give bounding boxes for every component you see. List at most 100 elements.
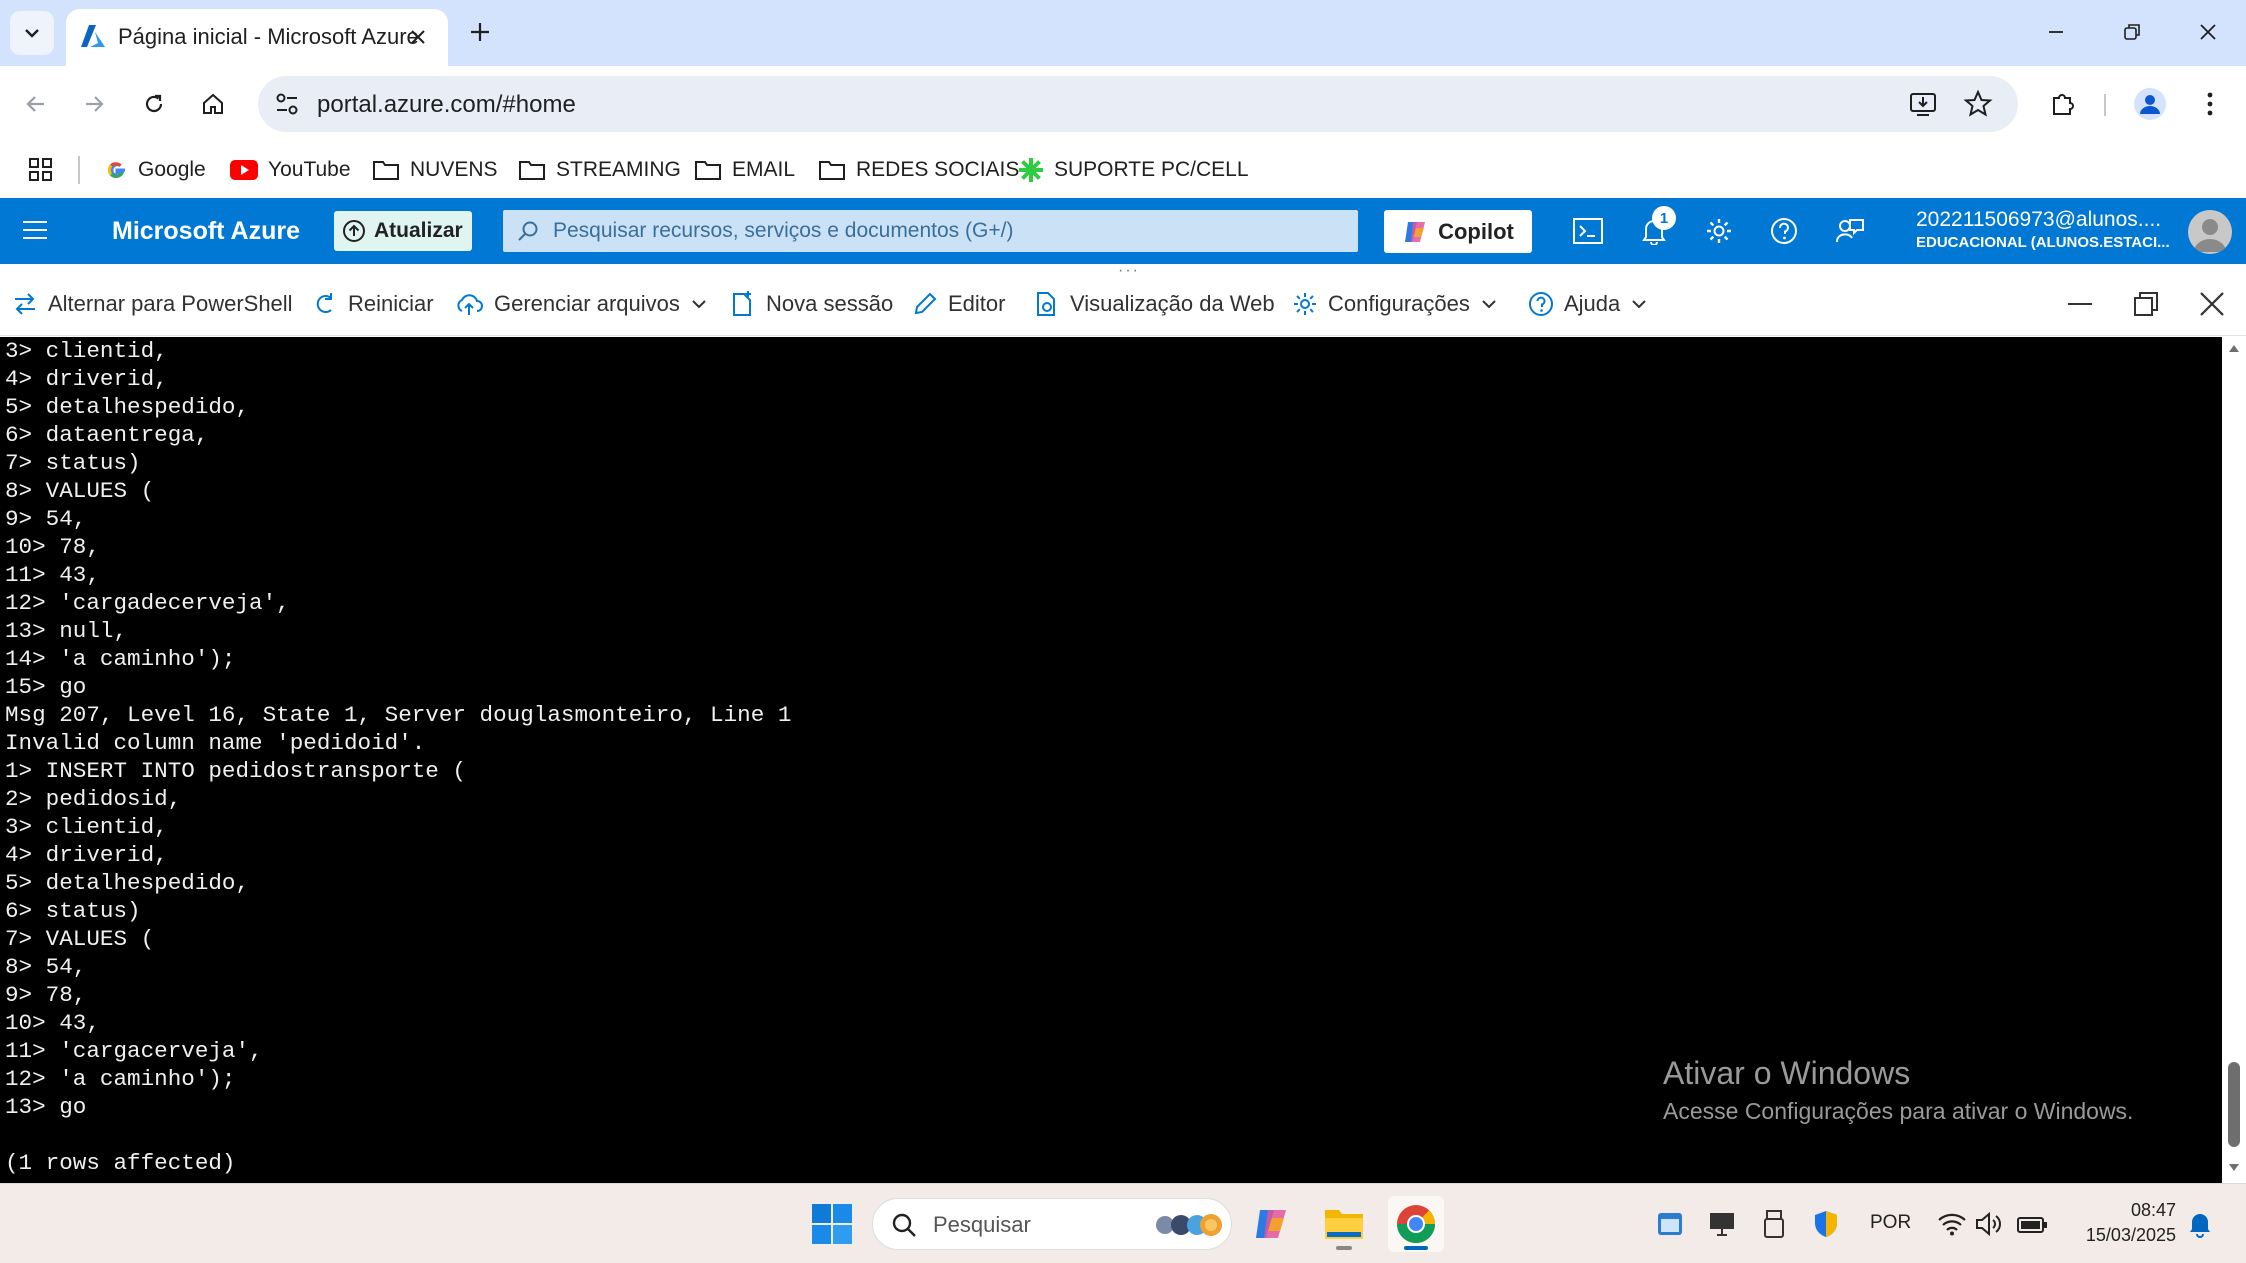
azure-logo-icon	[80, 23, 106, 49]
bookmark-star-icon[interactable]	[1963, 89, 1993, 119]
apps-button[interactable]	[28, 150, 54, 190]
settings-menu-button[interactable]: Configurações	[1292, 286, 1498, 322]
manage-files-button[interactable]: Gerenciar arquivos	[454, 286, 708, 322]
restore-window-button[interactable]	[2102, 12, 2162, 52]
profile-button[interactable]	[2130, 84, 2170, 124]
copilot-icon	[1405, 221, 1426, 242]
tray-wifi-icon[interactable]	[1934, 1208, 1970, 1240]
terminal-line: 12> 'cargadecerveja',	[5, 590, 290, 616]
settings-button[interactable]	[1701, 213, 1737, 249]
account-menu[interactable]: 202211506973@alunos.... EDUCACIONAL (ALU…	[1916, 208, 2170, 251]
upgrade-button[interactable]: Atualizar	[334, 211, 472, 251]
url-text: portal.azure.com/#home	[317, 91, 576, 118]
active-tab[interactable]: Página inicial - Microsoft Azure	[66, 9, 448, 66]
keyboard-language-indicator[interactable]: POR	[1870, 1212, 1911, 1234]
taskbar-search-placeholder: Pesquisar	[933, 1212, 1031, 1237]
bookmark-folder-redes-sociais[interactable]: REDES SOCIAIS	[818, 150, 1019, 190]
tray-volume-icon[interactable]	[1972, 1208, 2008, 1240]
tab-search-button[interactable]	[10, 11, 54, 55]
switch-to-powershell-button[interactable]: Alternar para PowerShell	[12, 286, 293, 322]
terminal-line: 4> driverid,	[5, 842, 168, 868]
monitor-icon	[1710, 1213, 1734, 1236]
pencil-icon	[914, 292, 937, 315]
close-tab-icon[interactable]	[404, 23, 432, 51]
arrow-right-icon	[86, 96, 104, 112]
reload-button[interactable]	[134, 84, 174, 124]
tray-usb-icon[interactable]	[1756, 1208, 1792, 1240]
help-button[interactable]	[1766, 213, 1802, 249]
tray-app-icon[interactable]	[1652, 1208, 1688, 1240]
new-session-icon	[733, 291, 751, 316]
terminal-icon	[1573, 218, 1603, 244]
terminal-line: 9> 54,	[5, 506, 87, 532]
help-menu-button[interactable]: Ajuda	[1528, 286, 1648, 322]
hamburger-menu-icon[interactable]	[22, 218, 48, 242]
taskbar-search-input[interactable]: Pesquisar	[872, 1198, 1232, 1250]
folder-icon	[1325, 1210, 1363, 1239]
restart-button[interactable]: Reiniciar	[312, 286, 434, 322]
bookmark-label: Google	[138, 158, 206, 181]
bookmark-google[interactable]: Google	[106, 150, 206, 190]
tray-notification-icon[interactable]	[2182, 1208, 2218, 1240]
new-session-button[interactable]: Nova sessão	[730, 286, 893, 322]
copilot-button[interactable]: Copilot	[1384, 210, 1532, 253]
azure-brand[interactable]: Microsoft Azure	[112, 217, 300, 246]
bookmark-suporte[interactable]: SUPORTE PC/CELL	[1018, 150, 1249, 190]
folder-icon	[695, 161, 721, 180]
minimize-shell-button[interactable]	[2060, 286, 2100, 322]
arrow-left-icon	[26, 96, 44, 112]
copilot-icon	[1256, 1210, 1286, 1238]
maximize-shell-button[interactable]	[2126, 286, 2166, 322]
web-preview-button[interactable]: Visualização da Web	[1034, 286, 1275, 322]
close-shell-button[interactable]	[2192, 286, 2232, 322]
scrollbar-thumb[interactable]	[2228, 1062, 2240, 1147]
browser-menu-button[interactable]	[2190, 84, 2230, 124]
editor-button[interactable]: Editor	[912, 286, 1005, 322]
search-placeholder: Pesquisar recursos, serviços e documento…	[553, 219, 1014, 242]
avatar[interactable]	[2188, 210, 2232, 254]
bookmark-folder-streaming[interactable]: STREAMING	[518, 150, 681, 190]
feedback-icon	[1835, 219, 1864, 243]
bookmark-folder-email[interactable]: EMAIL	[694, 150, 795, 190]
terminal-line: Invalid column name 'pedidoid'.	[5, 730, 426, 756]
scroll-down-icon[interactable]	[2228, 1163, 2240, 1173]
question-icon	[1771, 218, 1797, 244]
tray-battery-icon[interactable]	[2014, 1208, 2050, 1240]
terminal-scrollbar[interactable]	[2222, 337, 2246, 1183]
tray-security-icon[interactable]	[1808, 1208, 1844, 1240]
help-label: Ajuda	[1564, 291, 1621, 316]
terminal-line: 9> 78,	[5, 982, 87, 1008]
app-running-indicator	[1336, 1246, 1352, 1250]
bookmark-youtube[interactable]: YouTube	[230, 150, 351, 190]
taskbar-chrome-app[interactable]	[1388, 1196, 1444, 1252]
folder-icon	[519, 161, 545, 180]
cloud-shell-button[interactable]	[1570, 213, 1606, 249]
taskbar-file-explorer-app[interactable]	[1316, 1196, 1372, 1252]
new-session-label: Nova sessão	[766, 291, 894, 316]
site-info-icon[interactable]	[272, 89, 302, 119]
bookmark-folder-nuvens[interactable]: NUVENS	[372, 150, 498, 190]
arrow-up-circle-icon	[343, 220, 365, 242]
extensions-button[interactable]	[2043, 84, 2083, 124]
feedback-button[interactable]	[1832, 213, 1868, 249]
terminal-line: 14> 'a caminho');	[5, 646, 236, 672]
clock-date: 15/03/2025	[2085, 1225, 2176, 1245]
terminal-line: 10> 78,	[5, 534, 100, 560]
address-bar[interactable]: portal.azure.com/#home	[258, 76, 2018, 132]
windows-start-icon[interactable]	[810, 1202, 854, 1246]
chrome-icon	[1397, 1205, 1435, 1244]
notification-badge: 1	[1652, 206, 1676, 230]
new-tab-button[interactable]	[462, 14, 498, 50]
minimize-window-button[interactable]	[2026, 12, 2086, 52]
bookmark-label: YouTube	[268, 158, 351, 181]
tray-display-icon[interactable]	[1704, 1208, 1740, 1240]
back-button[interactable]	[16, 84, 56, 124]
forward-button[interactable]	[74, 84, 114, 124]
scroll-up-icon[interactable]	[2228, 343, 2240, 353]
install-app-icon[interactable]	[1908, 89, 1938, 119]
close-window-button[interactable]	[2178, 12, 2238, 52]
taskbar-copilot-app[interactable]	[1244, 1196, 1300, 1252]
home-button[interactable]	[193, 84, 233, 124]
taskbar-clock[interactable]: 08:47 15/03/2025	[2070, 1198, 2176, 1248]
azure-search-input[interactable]: Pesquisar recursos, serviços e documento…	[503, 210, 1358, 252]
